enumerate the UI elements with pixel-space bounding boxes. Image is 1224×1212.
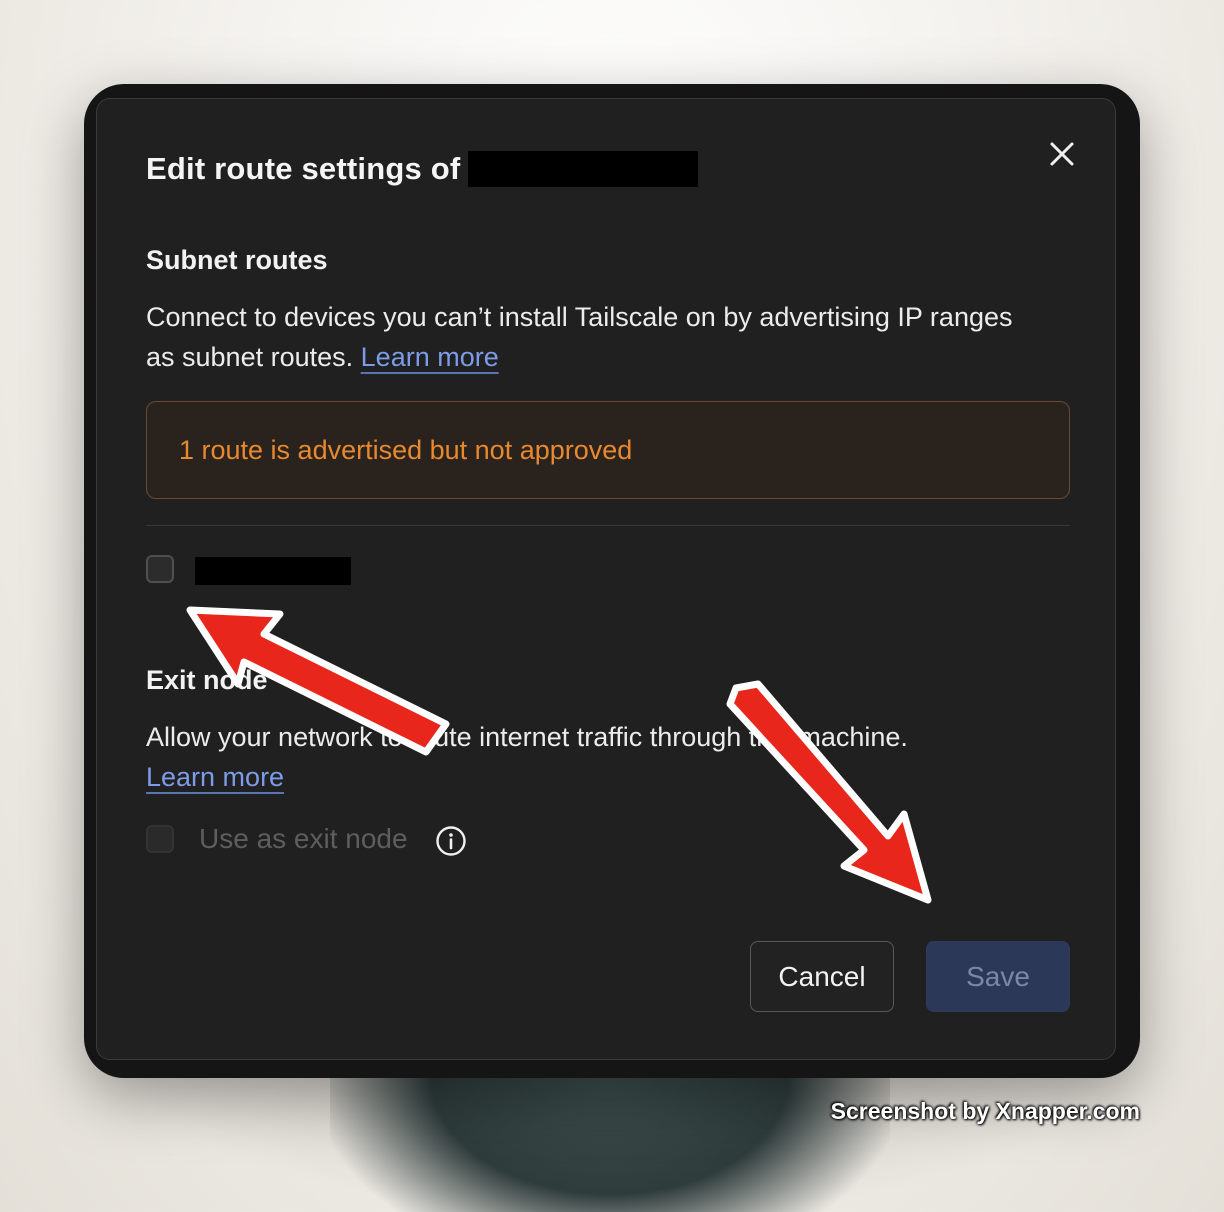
- redacted-route: [195, 557, 351, 585]
- exit-node-description: Allow your network to route internet tra…: [146, 717, 1026, 797]
- exit-node-heading: Exit node: [146, 665, 268, 695]
- warning-text: 1 route is advertised but not approved: [179, 434, 633, 465]
- subnet-route-checkbox[interactable]: [146, 555, 174, 583]
- exit-node-checkbox[interactable]: [146, 825, 174, 853]
- close-button[interactable]: [1045, 137, 1079, 171]
- redacted-machine-name: [468, 151, 699, 187]
- subnet-routes-description: Connect to devices you can’t install Tai…: [146, 297, 1026, 377]
- subnet-learn-more-link[interactable]: Learn more: [361, 342, 499, 372]
- edit-route-dialog: Edit route settings of Subnet routes Con…: [96, 98, 1116, 1060]
- unapproved-route-warning: 1 route is advertised but not approved: [146, 401, 1070, 499]
- subnet-description-text: Connect to devices you can’t install Tai…: [146, 302, 1013, 372]
- exit-node-learn-more-link[interactable]: Learn more: [146, 762, 284, 792]
- subnet-routes-heading: Subnet routes: [146, 245, 328, 275]
- cancel-button[interactable]: Cancel: [750, 941, 894, 1012]
- dialog-title-row: Edit route settings of: [146, 151, 699, 187]
- watermark: Screenshot by Xnapper.com: [830, 1098, 1140, 1124]
- dialog-title: Edit route settings of: [146, 151, 461, 186]
- info-icon[interactable]: [435, 825, 467, 857]
- close-icon: [1050, 142, 1074, 166]
- exit-node-description-text: Allow your network to route internet tra…: [146, 722, 908, 752]
- save-button[interactable]: Save: [926, 941, 1070, 1012]
- exit-node-checkbox-label: Use as exit node: [199, 823, 408, 854]
- section-divider: [146, 525, 1070, 526]
